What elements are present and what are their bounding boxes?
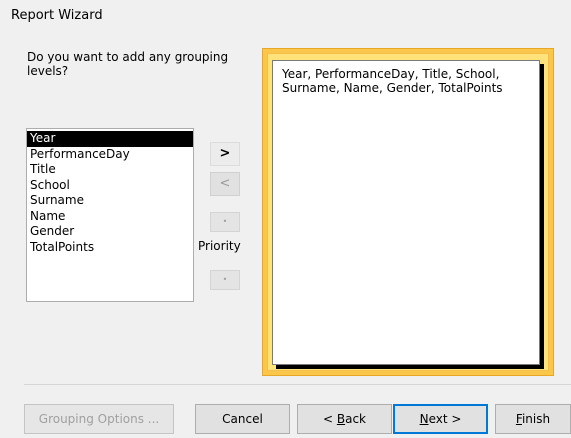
next-button[interactable]: Next > (393, 404, 488, 434)
preview-fields-text: Year, PerformanceDay, Title, School, Sur… (282, 67, 503, 95)
field-item-year[interactable]: Year (27, 131, 193, 147)
available-fields-listbox[interactable]: Year PerformanceDay Title School Surname… (26, 128, 194, 302)
window-title: Report Wizard (11, 8, 103, 23)
priority-up-button[interactable]: • (210, 212, 240, 232)
field-item-school[interactable]: School (27, 178, 193, 194)
add-grouping-button[interactable]: > (210, 142, 240, 166)
next-rest: ext > (428, 412, 462, 426)
field-item-surname[interactable]: Surname (27, 193, 193, 209)
preview-page: Year, PerformanceDay, Title, School, Sur… (272, 60, 540, 365)
field-item-title[interactable]: Title (27, 162, 193, 178)
grouping-question: Do you want to add any grouping levels? (27, 50, 229, 78)
grouping-options-button[interactable]: Grouping Options ... (24, 404, 174, 434)
cancel-button[interactable]: Cancel (195, 404, 290, 434)
footer-divider (24, 384, 571, 385)
field-item-performanceday[interactable]: PerformanceDay (27, 147, 193, 163)
finish-rest: inish (521, 412, 551, 426)
field-item-gender[interactable]: Gender (27, 224, 193, 240)
back-button[interactable]: < Back (297, 404, 392, 434)
back-prefix: < (322, 412, 337, 426)
field-item-name[interactable]: Name (27, 209, 193, 225)
priority-label: Priority (198, 239, 241, 253)
finish-button[interactable]: Finish (495, 404, 571, 434)
back-rest: ack (345, 412, 366, 426)
remove-grouping-button[interactable]: < (210, 172, 240, 196)
priority-down-button[interactable]: • (210, 270, 240, 290)
field-item-totalpoints[interactable]: TotalPoints (27, 240, 193, 256)
next-mnemonic: N (419, 412, 429, 426)
back-mnemonic: B (336, 412, 346, 426)
